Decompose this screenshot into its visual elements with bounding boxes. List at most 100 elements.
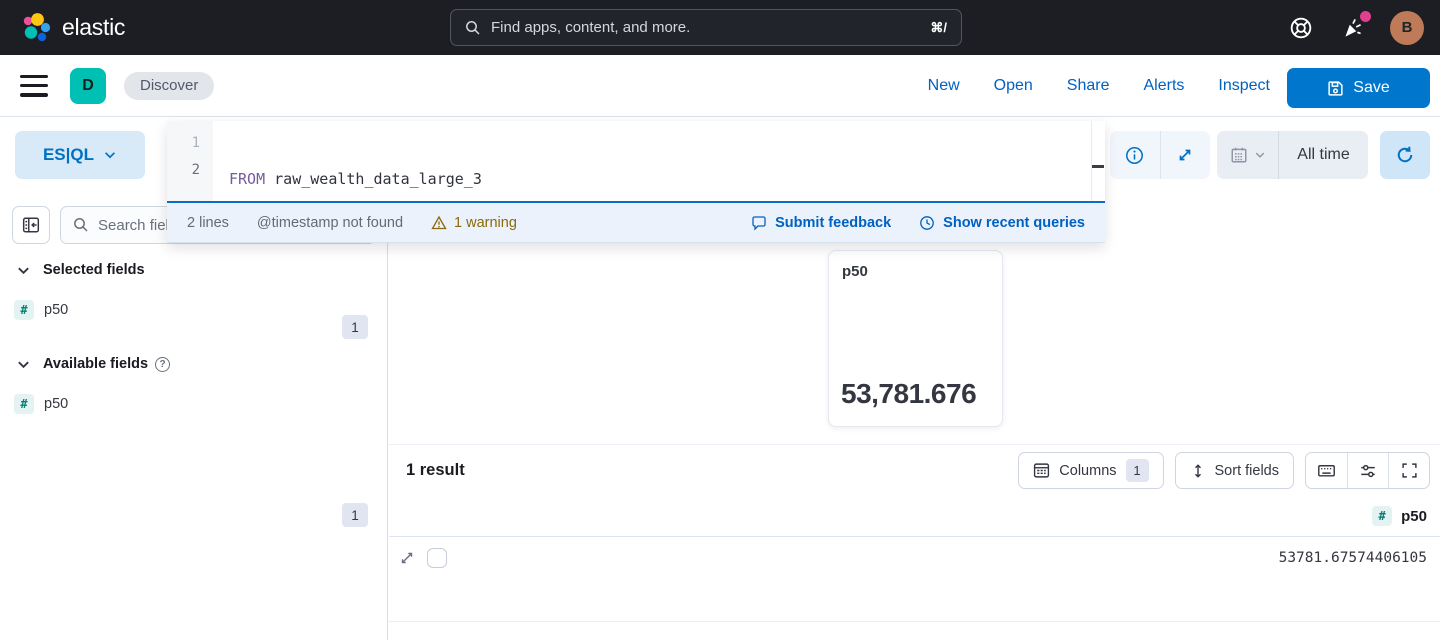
sort-icon	[1190, 463, 1206, 479]
available-fields-count: 1	[342, 503, 368, 527]
help-icon	[1288, 15, 1314, 41]
timestamp-note: @timestamp not found	[257, 215, 403, 231]
expand-editor-button[interactable]	[1160, 131, 1211, 179]
line-number: 2	[167, 157, 213, 184]
whats-new-button[interactable]	[1338, 13, 1368, 43]
chevron-down-icon	[103, 148, 117, 162]
query-info-button[interactable]	[1110, 131, 1160, 179]
show-recent-queries-link[interactable]: Show recent queries	[919, 215, 1085, 231]
show-recent-queries-label: Show recent queries	[943, 215, 1085, 231]
available-fields-header: Available fields ? 1	[0, 351, 388, 377]
line-count: 2 lines	[187, 215, 229, 231]
collapse-available-fields[interactable]	[16, 357, 31, 372]
editor-scrollbar[interactable]	[1091, 121, 1092, 201]
sort-fields-label: Sort fields	[1215, 463, 1279, 479]
discover-app: elastic ⌘/ B	[0, 0, 1440, 640]
global-search[interactable]: ⌘/	[450, 9, 962, 46]
top-nav: New Open Share Alerts Inspect	[928, 55, 1270, 117]
header-actions: B	[1286, 0, 1424, 55]
code-line-1: FROM raw_wealth_data_large_3	[229, 166, 1105, 193]
expand-row-button[interactable]	[399, 550, 415, 566]
grid-toolbar: Columns 1 Sort fields	[1018, 452, 1430, 489]
nav-open[interactable]: Open	[994, 77, 1033, 95]
metric-value: 53,781.676	[841, 378, 976, 410]
row-checkbox[interactable]	[427, 548, 447, 568]
search-shortcut: ⌘/	[930, 20, 947, 36]
editor-code[interactable]: FROM raw_wealth_data_large_3 | stats p50…	[213, 121, 1105, 201]
chevron-down-icon	[16, 357, 31, 372]
breadcrumb-discover[interactable]: Discover	[124, 72, 214, 100]
logo-wordmark: elastic	[62, 14, 125, 41]
editor-footer: 2 lines @timestamp not found 1 warning S…	[167, 203, 1105, 243]
search-icon	[465, 20, 481, 36]
metric-card-p50[interactable]: p50 53,781.676	[828, 250, 1003, 427]
elastic-logo-icon	[20, 12, 52, 44]
warning-label: 1 warning	[454, 215, 517, 231]
notification-dot	[1360, 11, 1371, 22]
sort-fields-button[interactable]: Sort fields	[1175, 452, 1294, 489]
keyword-token: FROM	[229, 170, 265, 188]
warning-indicator[interactable]: 1 warning	[431, 215, 517, 231]
selected-fields-header: Selected fields 1	[0, 257, 388, 283]
keyboard-shortcuts-button[interactable]	[1306, 453, 1347, 488]
grid-header-row: # p50	[389, 495, 1440, 537]
fullscreen-icon	[1401, 462, 1418, 479]
collapse-sidebar-icon	[22, 216, 40, 234]
line-number: 1	[167, 130, 213, 157]
submit-feedback-label: Submit feedback	[775, 215, 891, 231]
space-badge[interactable]: D	[70, 68, 106, 104]
refresh-query-button[interactable]	[1380, 131, 1430, 179]
esql-mode-button[interactable]: ES|QL	[15, 131, 145, 179]
warning-icon	[431, 215, 447, 231]
chevron-down-icon	[1254, 149, 1266, 161]
results-header: 1 result Columns 1 Sort fields	[389, 445, 1440, 495]
column-header-p50[interactable]: # p50	[1358, 495, 1427, 537]
grid-display-options	[1305, 452, 1430, 489]
field-item-p50-selected[interactable]: # p50	[0, 298, 388, 322]
help-button[interactable]	[1286, 13, 1316, 43]
date-picker-button[interactable]	[1217, 131, 1279, 179]
columns-button[interactable]: Columns 1	[1018, 452, 1163, 489]
columns-count-badge: 1	[1126, 459, 1149, 482]
time-picker[interactable]: All time	[1217, 131, 1368, 179]
columns-icon	[1033, 462, 1050, 479]
number-field-icon: #	[14, 394, 34, 414]
user-avatar[interactable]: B	[1390, 11, 1424, 45]
fullscreen-button[interactable]	[1388, 453, 1429, 488]
elastic-logo[interactable]: elastic	[20, 12, 125, 44]
calendar-icon	[1230, 146, 1248, 164]
save-label: Save	[1353, 79, 1389, 97]
collapse-sidebar-button[interactable]	[12, 206, 50, 244]
grid-data-row: 53781.67574406105	[389, 537, 1440, 622]
esql-editor[interactable]: 1 2 FROM raw_wealth_data_large_3 | stats…	[167, 121, 1105, 203]
collapse-selected-fields[interactable]	[16, 263, 31, 278]
search-icon	[73, 217, 89, 233]
global-search-input[interactable]	[491, 19, 920, 36]
field-name: p50	[44, 302, 68, 318]
selected-fields-title: Selected fields	[43, 262, 145, 278]
number-field-icon: #	[1372, 506, 1392, 526]
nav-share[interactable]: Share	[1067, 77, 1110, 95]
field-item-p50-available[interactable]: # p50	[0, 392, 388, 416]
app-toolbar: D Discover New Open Share Alerts Inspect…	[0, 55, 1440, 117]
time-range-label[interactable]: All time	[1279, 146, 1368, 164]
nav-new[interactable]: New	[928, 77, 960, 95]
refresh-icon	[1395, 145, 1415, 165]
nav-inspect[interactable]: Inspect	[1218, 77, 1270, 95]
menu-button[interactable]	[20, 75, 48, 97]
column-name: p50	[1401, 508, 1427, 525]
results-area: p50 53,781.676 1 result Columns 1	[389, 200, 1440, 640]
nav-alerts[interactable]: Alerts	[1144, 77, 1185, 95]
help-circle-icon[interactable]: ?	[155, 357, 170, 372]
expand-diagonal-icon	[1176, 146, 1194, 164]
save-button[interactable]: Save	[1287, 68, 1430, 108]
clock-icon	[919, 215, 935, 231]
display-options-button[interactable]	[1347, 453, 1388, 488]
keyboard-icon	[1317, 461, 1336, 480]
code-token: raw_wealth_data_large_3	[265, 170, 482, 188]
cell-p50-value: 53781.67574406105	[1279, 550, 1427, 566]
available-fields-title: Available fields	[43, 356, 148, 372]
columns-label: Columns	[1059, 463, 1116, 479]
editor-scrollbar-thumb[interactable]	[1092, 165, 1104, 168]
submit-feedback-link[interactable]: Submit feedback	[751, 215, 891, 231]
